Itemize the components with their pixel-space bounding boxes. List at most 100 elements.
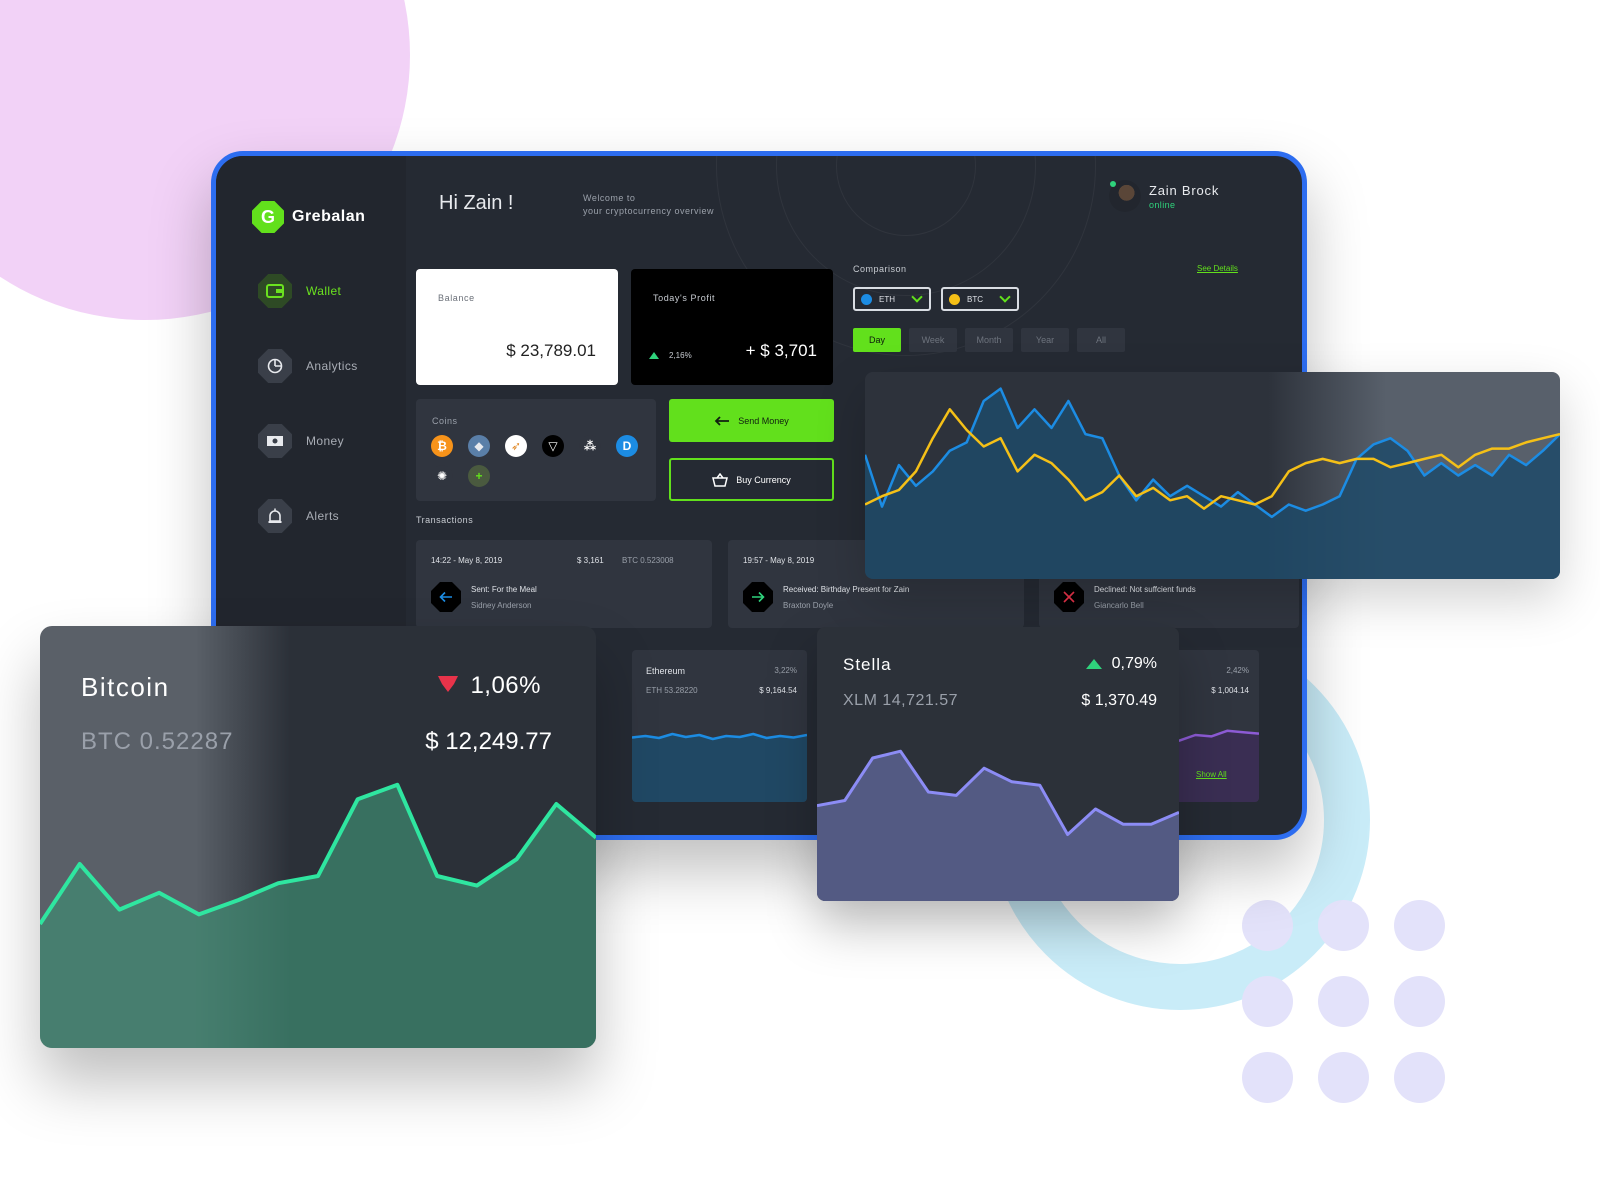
range-all-button[interactable]: All: [1077, 328, 1125, 352]
sidebar-item-wallet[interactable]: Wallet: [258, 274, 341, 308]
chevron-down-icon: [999, 290, 1011, 303]
greeting: Hi Zain !: [439, 192, 514, 214]
arrow-left-icon: [431, 582, 461, 612]
ethereum-coin-icon[interactable]: ◆: [468, 435, 490, 457]
sidebar-item-label: Alerts: [306, 509, 340, 523]
comparison-chart: [865, 387, 1560, 579]
decor-dot: [1242, 976, 1293, 1027]
range-week-button[interactable]: Week: [909, 328, 957, 352]
transaction-title: Received: Birthday Present for Zain: [783, 585, 910, 594]
transaction-time: 19:57 - May 8, 2019: [743, 556, 815, 565]
btc-dot-icon: [949, 293, 960, 305]
welcome-text: Welcome to your cryptocurrency overview: [583, 192, 714, 218]
transaction-person: Braxton Doyle: [783, 601, 834, 610]
close-icon: [1054, 582, 1084, 612]
bitcoin-series-area: [40, 784, 596, 1048]
sidebar-item-money[interactable]: Money: [258, 424, 344, 458]
sidebar-item-label: Wallet: [306, 284, 342, 298]
profit-card: Today's Profit 2,16% + $ 3,701: [631, 269, 833, 385]
banknote-icon: [258, 424, 292, 458]
sidebar-item-analytics[interactable]: Analytics: [258, 349, 358, 383]
decor-dot: [1242, 900, 1293, 951]
range-day-button[interactable]: Day: [853, 328, 901, 352]
eth-dot-icon: [861, 293, 872, 305]
iota-coin-icon[interactable]: ⁂: [579, 435, 601, 457]
see-details-link[interactable]: See Details: [1197, 264, 1238, 273]
logo-badge: G: [252, 201, 284, 233]
decor-dot-grid: [1242, 900, 1452, 1110]
transaction-card[interactable]: 14:22 - May 8, 2019 $ 3,161 BTC 0.523008…: [416, 540, 712, 628]
decor-dot: [1394, 900, 1445, 951]
comparison-chart-panel: [865, 372, 1560, 579]
decor-dot: [1394, 976, 1445, 1027]
tron-coin-icon[interactable]: ▽: [542, 435, 564, 457]
dash-coin-icon[interactable]: D: [616, 435, 638, 457]
pie-chart-icon: [258, 349, 292, 383]
transaction-person: Sidney Anderson: [471, 601, 532, 610]
comparison-label: Comparison: [853, 264, 907, 274]
coins-label: Coins: [432, 416, 458, 426]
sidebar-item-label: Analytics: [306, 359, 358, 373]
bitcoin-coin-icon[interactable]: ₿: [431, 435, 453, 457]
user-info: Zain Brock online: [1149, 183, 1219, 210]
range-year-button[interactable]: Year: [1021, 328, 1069, 352]
add-coin-icon[interactable]: +: [468, 465, 490, 487]
user-status: online: [1149, 199, 1176, 210]
buy-currency-label: Buy Currency: [736, 474, 791, 485]
welcome-line: your cryptocurrency overview: [583, 206, 715, 216]
coin-select-eth[interactable]: ETH: [853, 287, 931, 311]
send-money-button[interactable]: Send Money: [669, 399, 834, 442]
basket-icon: [712, 472, 729, 487]
transaction-person: Giancarlo Bell: [1094, 601, 1144, 610]
sidebar-item-label: Money: [306, 434, 345, 448]
profit-label: Today's Profit: [653, 293, 716, 303]
user-profile[interactable]: Zain Brock online: [1109, 180, 1219, 212]
buy-currency-button[interactable]: Buy Currency: [669, 458, 834, 501]
show-all-link[interactable]: Show All: [1196, 770, 1227, 779]
ethereum-mini-chart: [632, 732, 807, 802]
send-money-label: Send Money: [738, 415, 789, 426]
logo[interactable]: G Grebalan: [252, 201, 365, 233]
wallet-icon: [258, 274, 292, 308]
cardano-coin-icon[interactable]: ✺: [431, 465, 453, 487]
stella-card[interactable]: Stella 0,79% XLM 14,721.57 $ 1,370.49: [817, 627, 1179, 901]
coin-select-btc[interactable]: BTC: [941, 287, 1019, 311]
decor-dot: [1394, 1052, 1445, 1103]
ethereum-mini-series-area: [632, 734, 807, 802]
bitcoin-card[interactable]: Bitcoin 1,06% BTC 0.52287 $ 12,249.77: [40, 626, 596, 1048]
welcome-line: Welcome to: [583, 193, 636, 203]
balance-value: $ 23,789.01: [506, 341, 596, 360]
alarm-icon: [258, 499, 292, 533]
decor-dot: [1318, 900, 1369, 951]
rocket-coin-icon[interactable]: ➶: [505, 435, 527, 457]
sidebar-item-alerts[interactable]: Alerts: [258, 499, 339, 533]
bitcoin-chart: [40, 782, 596, 1048]
range-month-button[interactable]: Month: [965, 328, 1013, 352]
balance-label: Balance: [438, 293, 475, 303]
user-name: Zain Brock: [1149, 182, 1220, 198]
transaction-btc: BTC 0.523008: [622, 556, 674, 565]
trend-up-icon: [649, 352, 659, 359]
coins-panel: Coins ₿ ◆ ➶ ▽ ⁂ D ✺ +: [416, 399, 656, 501]
decor-dot: [1318, 976, 1369, 1027]
profit-value: + $ 3,701: [745, 341, 817, 360]
transaction-title: Sent: For the Meal: [471, 585, 537, 594]
decor-dot: [1242, 1052, 1293, 1103]
transactions-label: Transactions: [416, 515, 474, 525]
avatar: [1109, 180, 1141, 212]
chevron-down-icon: [911, 290, 923, 303]
brand-name: Grebalan: [292, 208, 366, 225]
eth-series-area: [865, 388, 1560, 579]
decor-dot: [1318, 1052, 1369, 1103]
transaction-time: 14:22 - May 8, 2019: [431, 556, 503, 565]
stella-chart: [817, 749, 1179, 901]
ethereum-mini-card[interactable]: Ethereum ETH 53.28220 3,22% $ 9,164.54: [632, 650, 807, 802]
arrow-right-icon: [743, 582, 773, 612]
select-value: BTC: [967, 294, 983, 304]
profit-change: 2,16%: [649, 351, 692, 360]
stage: G Grebalan Wallet Analytics Money Alerts…: [0, 0, 1600, 1200]
arrow-left-icon: [714, 415, 730, 426]
transaction-title: Declined: Not suffcient funds: [1094, 585, 1196, 594]
profit-change-value: 2,16%: [669, 351, 692, 360]
balance-card: Balance $ 23,789.01: [416, 269, 618, 385]
